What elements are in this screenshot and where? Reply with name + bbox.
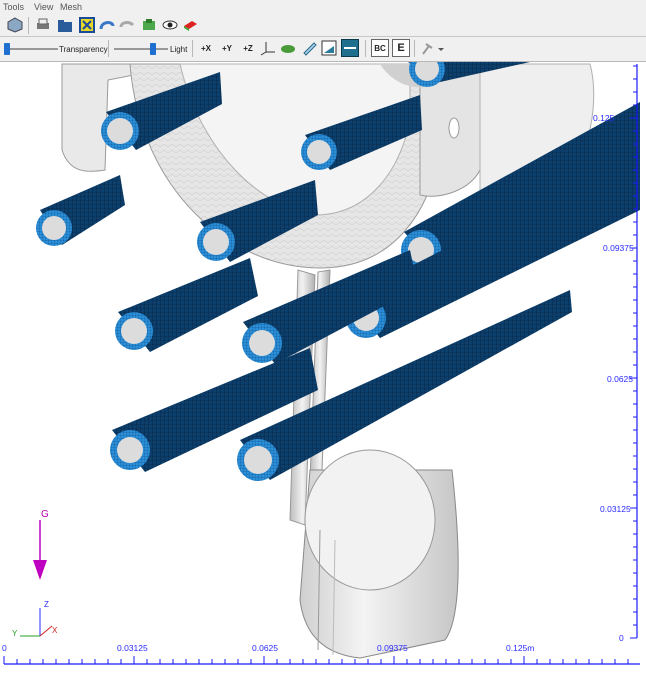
section-icon	[321, 40, 337, 56]
open-model-button[interactable]	[56, 16, 74, 34]
brick-icon	[184, 21, 197, 31]
shaded-icon	[281, 45, 295, 53]
x-tick-label: 0.125m	[506, 643, 534, 653]
bc-button[interactable]: BC	[371, 39, 389, 57]
eye-icon	[162, 20, 178, 30]
mesh-rod	[36, 175, 125, 246]
e-button[interactable]: E	[392, 39, 410, 57]
probe-dropdown-button[interactable]	[420, 39, 446, 57]
view-plus-x-button[interactable]: +X	[197, 39, 215, 57]
surface-mode-button[interactable]	[300, 39, 318, 57]
mesh-rod	[115, 258, 258, 352]
view-plus-z-button[interactable]: +Z	[239, 39, 257, 57]
surface-icon	[303, 42, 317, 56]
gravity-arrow-icon	[33, 560, 47, 580]
x-tick-label: 0	[2, 643, 7, 653]
section-mode-button[interactable]	[320, 39, 338, 57]
cube-icon	[7, 17, 23, 33]
view-plus-y-button[interactable]: +Y	[218, 39, 236, 57]
transparency-label: Transparency	[59, 45, 108, 54]
triad-y-label: Y	[12, 629, 18, 638]
y-tick-label: 0	[619, 633, 624, 643]
model-scene: 0.09375 0.0625 0.03125 0 0.125 0 0.03125…	[2, 51, 640, 665]
x-tick-label: 0.09375	[377, 643, 408, 653]
render-button[interactable]	[181, 16, 199, 34]
material-button[interactable]	[140, 16, 158, 34]
x-tick-label: 0.0625	[252, 643, 278, 653]
triad-z-label: Z	[44, 600, 49, 609]
menu-bar: Tools View Mesh	[0, 0, 646, 14]
pipe-button[interactable]	[98, 16, 116, 34]
light-slider-thumb[interactable]	[150, 43, 156, 55]
y-tick-label: 0.03125	[600, 504, 631, 514]
link-button[interactable]	[118, 16, 136, 34]
menu-tools[interactable]: Tools	[3, 2, 24, 12]
transparency-slider-thumb[interactable]	[4, 43, 10, 55]
view-plus-y-label: +Y	[221, 43, 232, 53]
cylinder-part	[299, 449, 459, 659]
gravity-label: G	[41, 509, 49, 520]
axes-icon	[260, 42, 275, 56]
shaded-mode-button[interactable]	[279, 39, 297, 57]
transparency-slider[interactable]	[4, 48, 58, 50]
y-tick-label: 0.0625	[607, 374, 633, 384]
clip-mode-button[interactable]	[341, 39, 359, 57]
3d-viewport[interactable]: 0.09375 0.0625 0.03125 0 0.125 0 0.03125…	[0, 51, 646, 670]
main-toolbar	[0, 14, 646, 37]
y-tick-label: 0.09375	[603, 243, 634, 253]
visibility-button[interactable]	[161, 16, 179, 34]
menu-view[interactable]: View	[34, 2, 53, 12]
x-axis: 0 0.03125 0.0625 0.09375 0.125m	[2, 643, 640, 665]
triad-x-label: X	[52, 626, 58, 635]
bc-label: BC	[374, 43, 386, 53]
cube-view-button[interactable]	[6, 16, 24, 34]
mesh-icon	[79, 17, 95, 33]
menu-mesh[interactable]: Mesh	[60, 2, 82, 12]
orientation-triad: Z X Y	[12, 600, 58, 638]
view-plus-z-label: +Z	[243, 43, 253, 53]
e-label: E	[397, 42, 405, 54]
pipe-icon	[99, 21, 115, 30]
gravity-indicator: G	[33, 509, 49, 580]
y-tick-label: 0.125	[593, 113, 615, 123]
material-icon	[143, 19, 155, 30]
view-toolbar: Transparency Light +X +Y +Z BC E	[0, 37, 646, 62]
printer-icon	[37, 18, 49, 29]
light-label: Light	[170, 45, 188, 54]
iso-view-button[interactable]	[259, 39, 277, 57]
folder-icon	[58, 20, 72, 32]
x-tick-label: 0.03125	[117, 643, 148, 653]
clip-icon	[344, 47, 356, 49]
mesh-button[interactable]	[78, 16, 96, 34]
probe-icon	[422, 43, 444, 55]
print-button[interactable]	[34, 16, 52, 34]
chain-icon	[119, 21, 135, 28]
view-plus-x-label: +X	[200, 43, 211, 53]
light-slider[interactable]	[114, 48, 168, 50]
